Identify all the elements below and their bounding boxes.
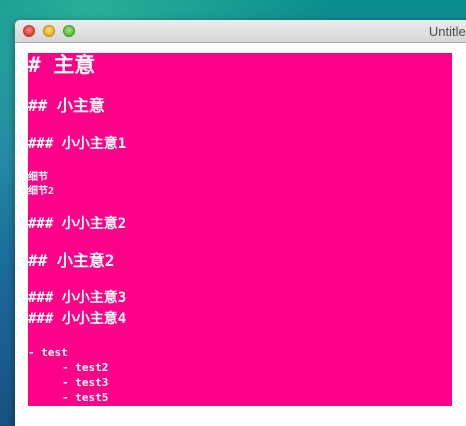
- list-item[interactable]: - test: [28, 347, 68, 358]
- close-window-icon[interactable]: [23, 25, 35, 37]
- detail-line[interactable]: 细节: [28, 173, 48, 183]
- window-title: Untitled: [428, 24, 466, 39]
- heading-1-line[interactable]: # 主意: [28, 55, 95, 76]
- list-item[interactable]: - test3: [62, 377, 108, 388]
- minimize-window-icon[interactable]: [43, 25, 55, 37]
- heading-3-line[interactable]: ### 小小主意2: [28, 217, 126, 231]
- heading-2-line[interactable]: ## 小主意: [28, 98, 105, 114]
- list-item[interactable]: - test5: [62, 392, 108, 403]
- zoom-window-icon[interactable]: [63, 25, 75, 37]
- list-item[interactable]: - test2: [62, 362, 108, 373]
- window-titlebar[interactable]: Untitled: [15, 20, 466, 43]
- heading-3-line[interactable]: ### 小小主意1: [28, 137, 126, 151]
- heading-3-line[interactable]: ### 小小主意3: [28, 291, 126, 305]
- markdown-editor-content[interactable]: # 主意 ## 小主意 ### 小小主意1 细节 细节2 ### 小小主意2 #…: [28, 53, 452, 406]
- heading-3-line[interactable]: ### 小小主意4: [28, 312, 126, 326]
- heading-2-line[interactable]: ## 小主意2: [28, 253, 115, 269]
- editor-window: Untitled # 主意 ## 小主意 ### 小小主意1 细节 细节2 ##…: [15, 20, 466, 426]
- detail-line[interactable]: 细节2: [28, 187, 54, 197]
